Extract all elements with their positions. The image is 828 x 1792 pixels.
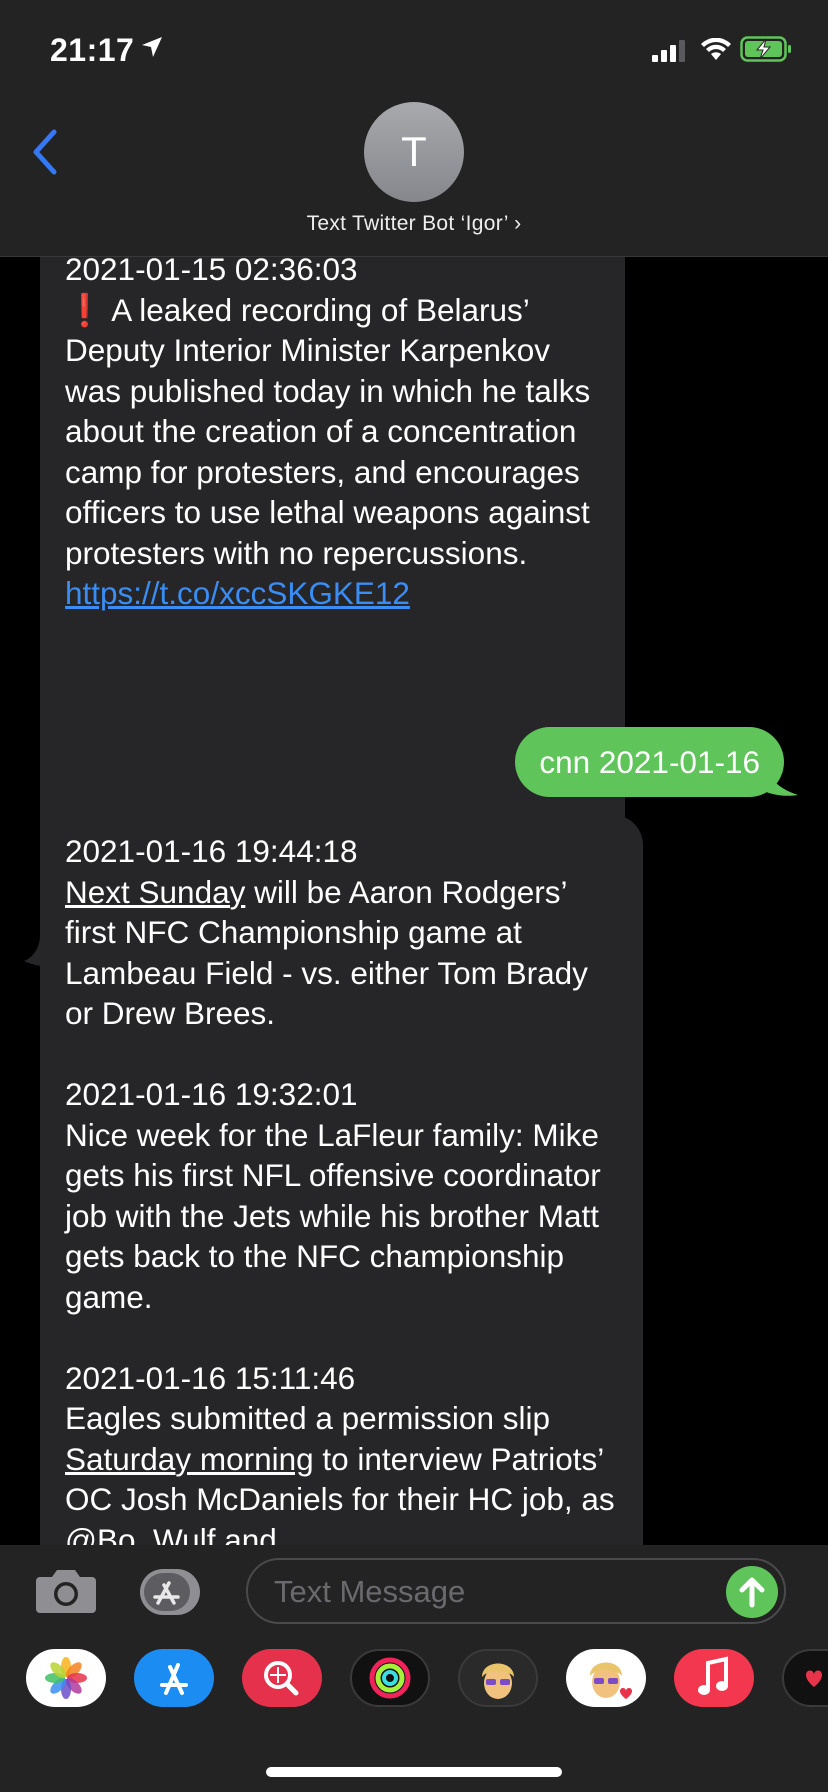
app-store-drawer-button[interactable] — [140, 1569, 200, 1615]
contact-name[interactable]: Text Twitter Bot ‘Igor’ › — [0, 212, 828, 236]
received-message-bubble[interactable]: 2021-01-16 19:44:18 Next Sunday will be … — [40, 815, 643, 1545]
location-arrow-icon — [142, 37, 162, 57]
sent-message-bubble[interactable]: cnn 2021-01-16 — [515, 727, 784, 797]
activity-icon[interactable] — [350, 1649, 430, 1707]
web-images-icon[interactable] — [242, 1649, 322, 1707]
send-button[interactable] — [726, 1566, 778, 1618]
message-text: 2021-01-16 19:44:18 Next Sunday will be … — [65, 831, 623, 1545]
message-body: Eagles submitted a permission slip — [65, 1400, 559, 1436]
exclamation-emoji: ❗ — [65, 291, 105, 328]
status-time: 21:17 — [50, 32, 135, 68]
message-text: 2021-01-15 02:36:03 ❗ A leaked recording… — [65, 257, 605, 614]
arrow-up-icon — [739, 1577, 765, 1608]
message-input[interactable]: Text Message — [246, 1558, 786, 1624]
memoji-icon[interactable] — [458, 1649, 538, 1707]
message-timestamp: 2021-01-16 19:44:18 — [65, 833, 358, 869]
bubble-tail — [764, 755, 798, 796]
photos-icon[interactable] — [26, 1649, 106, 1707]
wifi-icon — [701, 38, 731, 60]
message-timestamp: 2021-01-16 15:11:46 — [65, 1359, 356, 1396]
battery-charging-icon — [740, 36, 791, 62]
camera-icon[interactable] — [34, 1567, 98, 1615]
message-input-placeholder: Text Message — [274, 1574, 466, 1609]
app-store-icon — [144, 1573, 190, 1611]
message-body: Nice week for the LaFleur family: Mike g… — [65, 1116, 610, 1315]
date-detector-link[interactable]: Saturday morning — [65, 1441, 314, 1477]
imessage-app-drawer — [0, 1633, 828, 1792]
cellular-signal-icon — [652, 40, 685, 62]
message-timestamp: 2021-01-16 19:32:01 — [65, 1076, 358, 1112]
contact-avatar[interactable]: T — [364, 102, 464, 202]
music-icon[interactable] — [674, 1649, 754, 1707]
tweet-link[interactable]: https://t.co/xccSKGKE12 — [65, 575, 410, 611]
app-store-icon[interactable] — [134, 1649, 214, 1707]
digital-touch-icon[interactable] — [782, 1649, 828, 1707]
status-bar: 21:17 — [0, 0, 828, 100]
date-detector-link[interactable]: Next Sunday — [65, 874, 245, 910]
memoji-stickers-icon[interactable] — [566, 1649, 646, 1707]
home-indicator[interactable] — [266, 1767, 562, 1777]
message-timestamp: 2021-01-15 02:36:03 — [65, 257, 358, 287]
compose-bar: Text Message — [0, 1545, 828, 1633]
message-thread[interactable]: 2021-01-15 02:36:03 ❗ A leaked recording… — [0, 257, 828, 1545]
back-chevron-icon[interactable] — [30, 128, 60, 176]
conversation-header: T Text Twitter Bot ‘Igor’ › — [0, 100, 828, 257]
message-body: A leaked recording of Belarus’ Deputy In… — [65, 291, 600, 571]
